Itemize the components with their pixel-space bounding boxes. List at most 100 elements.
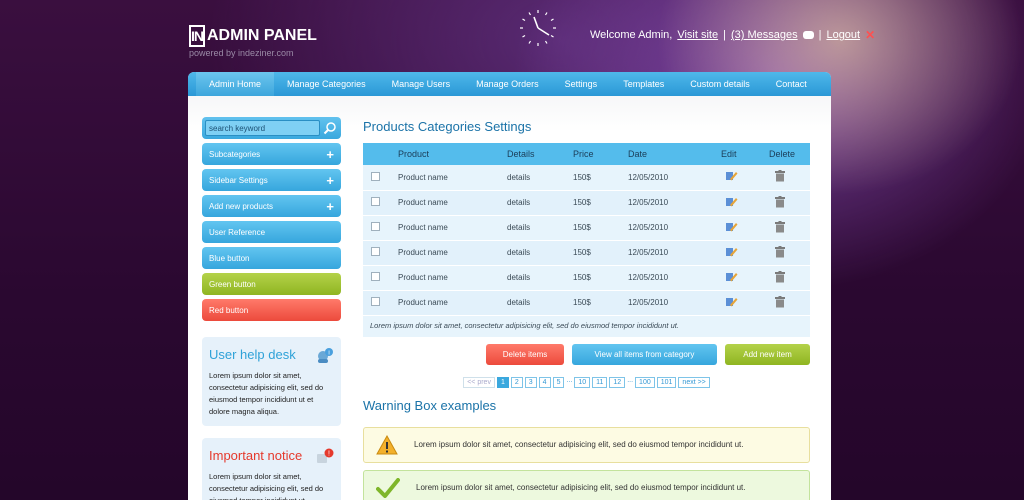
column-header-product: Product: [398, 149, 430, 159]
row-checkbox[interactable]: [371, 222, 380, 231]
row-checkbox[interactable]: [371, 197, 380, 206]
pager-prev[interactable]: << prev: [463, 376, 495, 388]
cell-date: 12/05/2010: [628, 223, 669, 232]
edit-pencil-icon[interactable]: [725, 221, 738, 235]
green-button[interactable]: Green button: [202, 273, 341, 295]
view-all-items-button[interactable]: View all items from category: [572, 343, 717, 365]
red-button[interactable]: Red button: [202, 299, 341, 321]
speech-bubble-icon[interactable]: [802, 31, 814, 39]
pager-page[interactable]: 5: [552, 376, 565, 388]
edit-pencil-icon[interactable]: [725, 296, 738, 310]
nav-settings[interactable]: Settings: [552, 72, 611, 96]
delete-items-button[interactable]: Delete items: [486, 343, 564, 365]
pager-page[interactable]: 10: [574, 376, 591, 388]
table-header-row: Product Details Price Date Edit Delete: [363, 143, 810, 165]
magnifier-icon[interactable]: [323, 121, 337, 135]
add-new-item-button[interactable]: Add new item: [725, 343, 810, 365]
main-nav: Admin Home Manage Categories Manage User…: [188, 72, 831, 96]
edit-pencil-icon[interactable]: [725, 271, 738, 285]
table-actions: Delete items View all items from categor…: [363, 343, 810, 365]
cell-delete: [769, 215, 810, 240]
row-checkbox-cell: [363, 165, 398, 190]
pager-next[interactable]: next >>: [678, 376, 710, 388]
cell-details: details: [507, 198, 531, 207]
help-desk-text: Lorem ipsum dolor sit amet, consectetur …: [209, 371, 324, 416]
warning-section-title: Warning Box examples: [363, 397, 497, 413]
alert-note-icon: !: [317, 448, 334, 463]
trash-icon[interactable]: [775, 245, 785, 260]
blue-button[interactable]: Blue button: [202, 247, 341, 269]
warning-box: Lorem ipsum dolor sit amet, consectetur …: [363, 426, 810, 463]
edit-pencil-icon[interactable]: [725, 170, 738, 184]
logo-mark: IN: [189, 25, 205, 47]
pager-page[interactable]: 100: [635, 376, 655, 388]
row-checkbox-cell: [363, 265, 398, 290]
nav-templates[interactable]: Templates: [610, 72, 677, 96]
edit-pencil-icon[interactable]: [725, 196, 738, 210]
products-table: Product Details Price Date Edit Delete P…: [363, 143, 810, 316]
pager-page[interactable]: 11: [592, 376, 608, 388]
button-label: Blue button: [209, 253, 250, 263]
button-label: Add new products: [209, 201, 274, 211]
row-checkbox[interactable]: [371, 297, 380, 306]
trash-icon[interactable]: [775, 295, 785, 310]
button-label: Green button: [209, 279, 256, 289]
cell-details: details: [507, 223, 531, 232]
help-chat-icon: i: [318, 348, 333, 363]
pager-page[interactable]: 3: [524, 376, 537, 388]
search-input[interactable]: [205, 120, 320, 136]
pager-page[interactable]: 12: [609, 376, 626, 388]
checkmark-icon: [376, 477, 400, 498]
table-row: Product name details 150$ 12/05/2010: [363, 215, 810, 240]
cell-edit: [721, 165, 769, 190]
plus-icon: +: [326, 198, 334, 214]
visit-site-link[interactable]: Visit site: [677, 29, 718, 41]
separator: |: [818, 29, 822, 41]
column-header-date: Date: [628, 149, 648, 159]
pager-page[interactable]: 4: [538, 376, 551, 388]
pager-page[interactable]: 1: [496, 376, 509, 388]
cell-delete: [769, 190, 810, 215]
table-row: Product name details 150$ 12/05/2010: [363, 290, 810, 315]
row-checkbox-cell: [363, 190, 398, 215]
row-checkbox[interactable]: [371, 272, 380, 281]
nav-manage-categories[interactable]: Manage Categories: [274, 72, 379, 96]
row-checkbox-cell: [363, 215, 398, 240]
trash-icon[interactable]: [775, 195, 785, 210]
pager-page[interactable]: 2: [510, 376, 523, 388]
welcome-text: Welcome Admin,: [590, 29, 673, 41]
edit-pencil-icon[interactable]: [725, 246, 738, 260]
user-reference-button[interactable]: User Reference: [202, 221, 341, 243]
sidebar-settings-button[interactable]: Sidebar Settings +: [202, 169, 341, 191]
pager-page[interactable]: 101: [656, 376, 677, 388]
trash-icon[interactable]: [775, 220, 785, 235]
nav-manage-orders[interactable]: Manage Orders: [463, 72, 552, 96]
add-new-products-button[interactable]: Add new products +: [202, 195, 341, 217]
cell-product: Product name: [398, 248, 448, 257]
nav-manage-users[interactable]: Manage Users: [379, 72, 464, 96]
pagination: << prev 1 2 3 4 5 ... 10 11 12 ... 100 1…: [363, 376, 810, 388]
table-row: Product name details 150$ 12/05/2010: [363, 240, 810, 265]
logout-link[interactable]: Logout: [826, 29, 860, 41]
logo-subtitle: powered by indeziner.com: [189, 48, 294, 58]
warning-text: Lorem ipsum dolor sit amet, consectetur …: [414, 440, 744, 449]
cell-edit: [721, 215, 769, 240]
cell-product: Product name: [398, 198, 448, 207]
row-checkbox[interactable]: [371, 247, 380, 256]
logo[interactable]: IN ADMIN PANEL powered by indeziner.com: [189, 25, 317, 58]
cell-date: 12/05/2010: [628, 298, 669, 307]
close-x-icon[interactable]: ✕: [865, 28, 875, 42]
trash-icon[interactable]: [775, 170, 785, 184]
subcategories-button[interactable]: Subcategories +: [202, 143, 341, 165]
row-checkbox[interactable]: [371, 171, 380, 181]
trash-icon[interactable]: [775, 270, 785, 285]
nav-contact[interactable]: Contact: [763, 72, 820, 96]
nav-admin-home[interactable]: Admin Home: [196, 72, 275, 96]
warning-triangle-icon: [376, 434, 398, 454]
cell-date: 12/05/2010: [628, 172, 669, 182]
nav-custom-details[interactable]: Custom details: [677, 72, 763, 96]
table-footnote: Lorem ipsum dolor sit amet, consectetur …: [363, 315, 810, 337]
messages-link[interactable]: (3) Messages: [731, 29, 798, 41]
page-title: Products Categories Settings: [363, 119, 532, 134]
button-label: Sidebar Settings: [209, 175, 268, 185]
